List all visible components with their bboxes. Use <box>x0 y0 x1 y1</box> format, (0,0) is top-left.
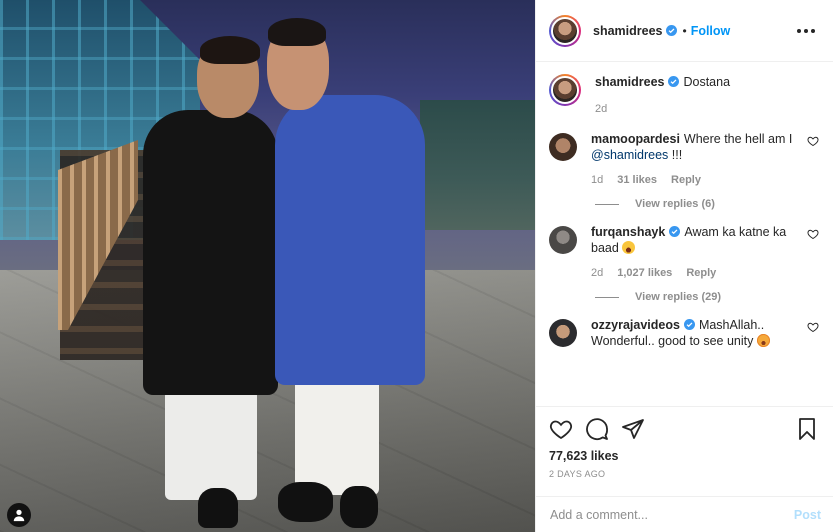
comment-time: 2d <box>591 267 604 279</box>
like-comment-heart-icon[interactable] <box>807 321 819 333</box>
shoe <box>278 482 333 522</box>
author-username[interactable]: shamidrees <box>593 24 662 38</box>
shoe <box>198 488 238 528</box>
person-left-trousers <box>165 390 257 500</box>
commenter-avatar[interactable] <box>549 226 577 254</box>
reply-button[interactable]: Reply <box>671 172 701 188</box>
verified-badge-icon <box>666 25 678 36</box>
author-avatar[interactable] <box>549 74 581 106</box>
tagged-user-icon[interactable] <box>7 503 31 527</box>
commenter-avatar[interactable] <box>549 319 577 347</box>
comment-text: Where the hell am I <box>683 132 793 146</box>
view-replies-label: View replies (6) <box>635 198 715 210</box>
laughing-emoji-icon <box>622 241 636 254</box>
smiling-face-with-hearts-emoji-icon <box>756 334 770 347</box>
reply-button[interactable]: Reply <box>686 265 716 281</box>
view-replies-button[interactable]: View replies (29) <box>595 291 819 303</box>
like-comment-heart-icon[interactable] <box>807 135 819 147</box>
person-right-trousers <box>295 375 379 495</box>
like-heart-icon[interactable] <box>549 417 573 441</box>
separator-dot: • <box>682 23 687 38</box>
commenter-username[interactable]: furqanshayk <box>591 225 665 239</box>
share-paper-plane-icon[interactable] <box>621 417 645 441</box>
post-side-panel: shamidrees • Follow shamidrees Dostana 2d… <box>535 0 833 532</box>
comment-bubble-icon[interactable] <box>585 417 609 441</box>
add-comment-input[interactable] <box>550 507 794 522</box>
shoe <box>340 486 378 528</box>
post-timestamp: 2 DAYS AGO <box>549 469 606 479</box>
caption-time: 2d <box>595 103 608 115</box>
follow-button[interactable]: Follow <box>691 24 731 38</box>
verified-badge-icon <box>669 226 681 237</box>
commenter-username[interactable]: ozzyrajavideos <box>591 318 680 332</box>
person-right-kurta <box>275 95 425 385</box>
person-right-hair <box>268 18 326 46</box>
post-actions: 77,623 likes 2 DAYS AGO <box>536 406 833 479</box>
post-comment-button[interactable]: Post <box>794 508 821 522</box>
green-rooftop <box>420 100 535 230</box>
likes-count[interactable]: 77,623 likes <box>549 449 819 463</box>
commenter-username[interactable]: mamoopardesi <box>591 132 680 146</box>
person-left-hair <box>200 36 260 64</box>
more-options-icon[interactable] <box>793 25 819 37</box>
view-replies-label: View replies (29) <box>635 291 722 303</box>
caption-row: shamidrees Dostana 2d <box>549 74 819 117</box>
post-photo[interactable] <box>0 0 535 532</box>
comment-row: furqanshayk Awam ka katne ka baad 2d 1,02… <box>549 224 819 281</box>
comment-text: !!! <box>668 148 683 162</box>
caption-username[interactable]: shamidrees <box>595 75 664 89</box>
verified-badge-icon <box>683 319 695 330</box>
comment-likes-count[interactable]: 1,027 likes <box>617 265 672 281</box>
comment-row: mamoopardesi Where the hell am I @shamidr… <box>549 131 819 188</box>
user-icon <box>13 509 25 522</box>
comment-mention-link[interactable]: @shamidrees <box>591 148 668 162</box>
comment-time: 1d <box>591 174 604 186</box>
comment-likes-count[interactable]: 31 likes <box>617 172 657 188</box>
caption-text: Dostana <box>683 75 731 89</box>
add-comment-bar: Post <box>536 496 833 532</box>
save-bookmark-icon[interactable] <box>795 417 819 441</box>
comment-row: ozzyrajavideos MashAllah.. Wonderful.. go… <box>549 317 819 349</box>
verified-badge-icon <box>668 76 680 87</box>
like-comment-heart-icon[interactable] <box>807 228 819 240</box>
author-avatar[interactable] <box>549 14 581 47</box>
person-left-kurta <box>143 110 278 395</box>
view-replies-button[interactable]: View replies (6) <box>595 198 819 210</box>
comments-list[interactable]: shamidrees Dostana 2d mamoopardesi Where t… <box>536 62 833 406</box>
post-header: shamidrees • Follow <box>536 0 833 62</box>
commenter-avatar[interactable] <box>549 133 577 161</box>
